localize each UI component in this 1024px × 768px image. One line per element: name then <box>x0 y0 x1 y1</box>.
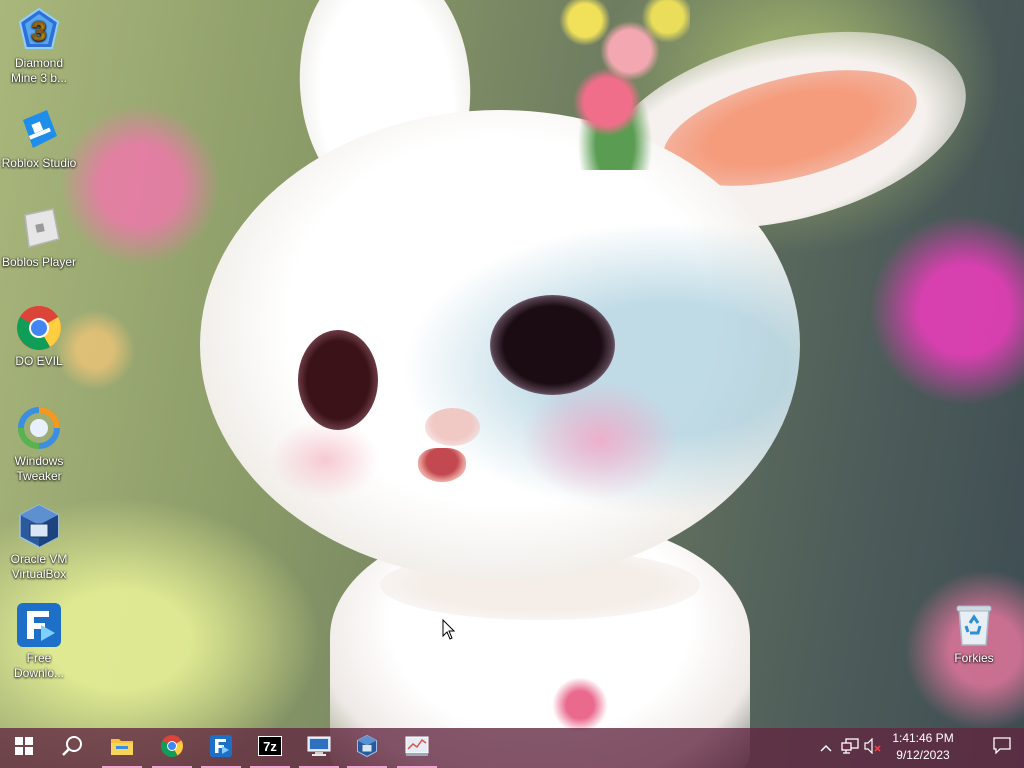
desktop[interactable]: 3 Diamond Mine 3 b... Roblox Studio Bobl… <box>0 0 1024 768</box>
system-tool-icon <box>405 735 429 762</box>
chrome-icon <box>15 304 63 352</box>
wallpaper-bunny-nose <box>425 408 480 446</box>
clock-date: 9/12/2023 <box>896 748 950 762</box>
recycle-bin-icon <box>950 601 998 649</box>
search-icon <box>61 735 83 762</box>
desktop-icon-do-evil[interactable]: DO EVIL <box>1 304 77 369</box>
desktop-icon-label: Free Downlo... <box>13 651 65 680</box>
roblox-player-icon <box>15 205 63 253</box>
taskbar-virtualbox[interactable] <box>343 728 391 768</box>
desktop-icon-diamond-mine[interactable]: 3 Diamond Mine 3 b... <box>1 6 77 86</box>
windows-logo-icon <box>15 736 33 760</box>
clock-time: 1:41:46 PM <box>892 731 954 745</box>
windows-tweaker-icon <box>15 404 63 452</box>
chrome-icon <box>160 734 184 763</box>
desktop-icon-virtualbox[interactable]: Oracle VM VirtualBox <box>1 502 77 582</box>
taskbar-free-download-manager[interactable] <box>197 728 245 768</box>
taskbar-7zip[interactable]: 7z <box>246 728 294 768</box>
svg-text:7z: 7z <box>263 739 277 754</box>
free-download-manager-icon <box>209 734 233 763</box>
wallpaper-bunny-eye-left <box>298 330 378 430</box>
notification-icon <box>993 737 1011 759</box>
network-icon <box>841 737 859 759</box>
wallpaper-bunny-cheek-left <box>270 420 380 500</box>
virtualbox-icon <box>15 502 63 550</box>
folder-icon <box>110 736 134 761</box>
wallpaper-body-flower <box>545 675 615 735</box>
show-hidden-icons-button[interactable] <box>814 728 838 768</box>
desktop-icon-free-download-manager[interactable]: Free Downlo... <box>1 601 77 681</box>
taskbar-chrome[interactable] <box>148 728 196 768</box>
virtualbox-icon <box>355 734 379 763</box>
desktop-icon-label: Boblos Player <box>1 255 77 269</box>
desktop-icon-windows-tweaker[interactable]: Windows Tweaker <box>1 404 77 484</box>
taskbar-display-app[interactable] <box>295 728 343 768</box>
desktop-icon-label: Diamond Mine 3 b... <box>10 56 68 85</box>
chevron-up-icon <box>820 739 832 757</box>
desktop-icon-roblox-player[interactable]: Boblos Player <box>1 205 77 270</box>
wallpaper-flower-crown <box>540 0 690 170</box>
wallpaper-bunny-eye-right <box>490 295 615 395</box>
desktop-icon-roblox-studio[interactable]: Roblox Studio <box>1 106 77 171</box>
monitor-icon <box>307 735 331 762</box>
desktop-icon-label: Oracle VM VirtualBox <box>10 552 68 581</box>
volume-muted-icon <box>864 737 882 759</box>
free-download-manager-icon <box>15 601 63 649</box>
wallpaper-bunny-mouth <box>418 448 466 482</box>
desktop-icon-label: Roblox Studio <box>1 156 77 170</box>
search-button[interactable] <box>48 728 96 768</box>
desktop-icon-label: Windows Tweaker <box>14 454 64 483</box>
diamond-mine-icon: 3 <box>15 6 63 54</box>
action-center-button[interactable] <box>980 728 1024 768</box>
roblox-studio-icon <box>15 106 63 154</box>
network-button[interactable] <box>838 728 862 768</box>
desktop-icon-recycle-bin[interactable]: Forkies <box>936 601 1012 666</box>
desktop-icon-label: Forkies <box>954 651 994 665</box>
mouse-cursor <box>442 618 456 641</box>
taskbar: 7z 1:41:46 PM 9/12/2023 <box>0 728 1024 768</box>
volume-button[interactable] <box>862 728 884 768</box>
taskbar-system-tool[interactable] <box>393 728 441 768</box>
system-tray: 1:41:46 PM 9/12/2023 <box>814 728 1024 768</box>
taskbar-clock[interactable]: 1:41:46 PM 9/12/2023 <box>884 730 962 766</box>
start-button[interactable] <box>0 728 48 768</box>
taskbar-file-explorer[interactable] <box>98 728 146 768</box>
svg-text:3: 3 <box>32 16 46 46</box>
7zip-icon: 7z <box>258 735 282 761</box>
wallpaper-bunny-cheek-right <box>520 380 680 500</box>
desktop-icon-label: DO EVIL <box>15 354 63 368</box>
